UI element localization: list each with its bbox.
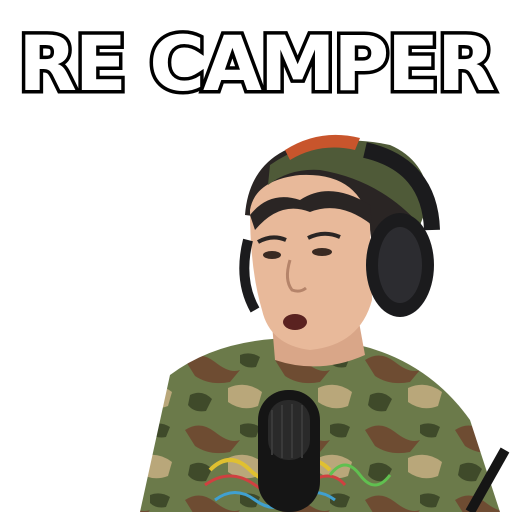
microphone-icon <box>258 390 320 512</box>
sticker-canvas: RE CAMPER <box>0 0 512 512</box>
left-eye <box>263 251 281 259</box>
right-eye <box>312 248 332 256</box>
mouth <box>283 314 307 330</box>
caption-text: RE CAMPER <box>15 18 499 109</box>
headphone-cup-inner <box>378 227 422 303</box>
